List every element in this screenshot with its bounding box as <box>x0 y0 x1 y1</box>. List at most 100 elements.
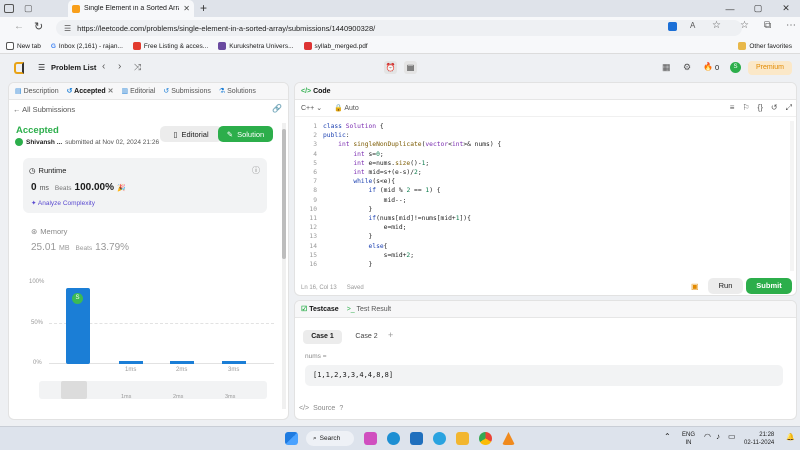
notes-icon[interactable]: ▤ <box>404 61 417 74</box>
bookmark-kurukshetra[interactable]: Kurukshetra Univers... <box>218 42 294 50</box>
more-menu-icon[interactable]: ⋯ <box>786 20 796 31</box>
tab-submissions[interactable]: ↺ Submissions <box>163 87 211 95</box>
autocomplete-toggle[interactable]: 🔒 Auto <box>334 104 359 112</box>
range-navigator[interactable]: 1ms 2ms 3ms <box>39 381 267 400</box>
browser-tab[interactable]: Single Element in a Sorted Array ✕ <box>68 0 194 17</box>
case-1-button[interactable]: Case 1 <box>303 330 342 344</box>
code-line[interactable]: int mid=s+(e-s)/2; <box>323 169 421 176</box>
battery-icon[interactable]: ▭ <box>728 432 736 441</box>
copilot-icon[interactable] <box>364 432 377 445</box>
leetcode-logo-icon[interactable] <box>14 62 24 74</box>
code-editor[interactable]: 1 class Solution {2 public: 3 int singleNon… <box>295 119 796 275</box>
coupon-icon[interactable] <box>668 22 677 31</box>
analyze-complexity-link[interactable]: ✦ Analyze Complexity <box>31 199 95 207</box>
next-problem-icon[interactable]: › <box>118 61 121 72</box>
console-icon[interactable]: ▣ <box>691 282 699 291</box>
bookmark-new-tab[interactable]: New tab <box>6 42 41 50</box>
other-favorites[interactable]: Other favorites <box>738 42 792 50</box>
tray-chevron-icon[interactable]: ⌃ <box>664 432 671 441</box>
code-line[interactable]: if(nums[mid]!=nums[mid+1]){ <box>323 215 471 222</box>
runtime-bar-2ms[interactable] <box>170 361 194 364</box>
read-aloud-icon[interactable]: A <box>690 21 695 30</box>
tab-editorial[interactable]: ▥ Editorial <box>122 87 156 95</box>
favorites-icon[interactable]: ☆ <box>740 20 749 31</box>
code-line[interactable]: public: <box>323 132 350 139</box>
edge-icon[interactable] <box>387 432 400 445</box>
format-icon[interactable]: ≡ <box>730 103 735 113</box>
refresh-icon[interactable]: ↻ <box>34 20 43 33</box>
streak-fire-icon[interactable]: 🔥 <box>703 62 713 71</box>
code-line[interactable]: int e=nums.size()-1; <box>323 160 429 167</box>
help-icon[interactable]: ? <box>339 405 343 412</box>
reset-icon[interactable]: ↺ <box>771 103 778 113</box>
run-button[interactable]: Run <box>708 278 743 294</box>
language-select[interactable]: C++ ⌄ <box>301 104 322 112</box>
tab-code[interactable]: </> Code <box>301 88 331 95</box>
info-icon[interactable]: ⓘ <box>252 165 260 176</box>
braces-icon[interactable]: {} <box>758 103 763 113</box>
submit-button[interactable]: Submit <box>746 278 792 294</box>
submitter-name[interactable]: Shivansh ... <box>26 139 62 146</box>
fullscreen-icon[interactable]: ⤢ <box>786 103 792 113</box>
code-line[interactable]: while(s<e){ <box>323 178 395 185</box>
premium-button[interactable]: Premium <box>748 61 792 75</box>
url-field[interactable]: ☰ https://leetcode.com/problems/single-e… <box>56 20 742 36</box>
vscode-icon[interactable] <box>410 432 423 445</box>
tab-actions-icon[interactable] <box>4 4 14 13</box>
code-line[interactable]: s=mid+2; <box>323 252 414 259</box>
minimize-icon[interactable]: — <box>716 0 744 17</box>
code-line[interactable]: } <box>323 233 372 240</box>
left-scrollbar-thumb[interactable] <box>282 129 286 259</box>
tab-list-icon[interactable]: ▢ <box>24 3 33 14</box>
case-2-button[interactable]: Case 2 <box>347 330 386 344</box>
chrome-icon[interactable] <box>479 432 492 445</box>
all-submissions-link[interactable]: ← All Submissions <box>13 105 75 114</box>
clock[interactable]: 21:28 02-11-2024 <box>744 431 774 447</box>
code-line[interactable]: mid--; <box>323 197 407 204</box>
code-line[interactable]: int s=0; <box>323 151 383 158</box>
tab-test-result[interactable]: >_ Test Result <box>347 306 391 313</box>
site-info-icon[interactable]: ☰ <box>64 24 71 33</box>
code-line[interactable]: class Solution { <box>323 123 384 130</box>
runtime-bar-0ms[interactable]: S <box>66 288 90 364</box>
tab-solutions[interactable]: ⚗ Solutions <box>219 87 256 95</box>
editor-scrollbar[interactable] <box>790 121 794 271</box>
range-selector-handle[interactable] <box>61 381 87 399</box>
tab-accepted[interactable]: ↺ Accepted ✕ <box>67 87 114 95</box>
code-line[interactable]: } <box>323 206 372 213</box>
source-toggle[interactable]: </> Source? <box>299 405 343 412</box>
prev-problem-icon[interactable]: ‹ <box>102 61 105 72</box>
memory-header[interactable]: ⊛ Memory <box>31 227 67 236</box>
taskbar-search[interactable]: ⌕ Search <box>306 431 354 446</box>
code-line[interactable]: } <box>323 261 372 268</box>
runtime-bar-3ms[interactable] <box>222 361 246 364</box>
bookmark-free-listing[interactable]: Free Listing & acces... <box>132 42 208 50</box>
volume-icon[interactable]: ♪ <box>716 432 720 441</box>
left-scrollbar[interactable] <box>282 123 286 409</box>
editorial-button[interactable]: ▯ Editorial <box>160 126 222 142</box>
collections-icon[interactable]: ⧉ <box>764 20 771 31</box>
code-line[interactable]: else{ <box>323 243 388 250</box>
bookmark-pdf[interactable]: syllab_merged.pdf <box>303 42 368 50</box>
code-line[interactable]: int singleNonDuplicate(vector<int>& nums… <box>323 141 501 148</box>
close-tab-icon[interactable]: ✕ <box>183 4 190 13</box>
tab-description[interactable]: ▤ Description <box>15 87 59 95</box>
runtime-card[interactable]: ◷ Runtime ⓘ 0 ms Beats 100.00% 🎉 ✦ Analyz… <box>23 158 267 213</box>
share-link-icon[interactable]: 🔗 <box>272 104 282 113</box>
user-avatar[interactable]: S <box>730 62 741 73</box>
problem-list-link[interactable]: Problem List <box>51 63 96 72</box>
tab-testcase[interactable]: ☑ Testcase <box>301 305 339 313</box>
solution-button[interactable]: ✎ Solution <box>218 126 273 142</box>
code-line[interactable]: if (mid % 2 == 1) { <box>323 187 441 194</box>
file-explorer-icon[interactable] <box>456 432 469 445</box>
bookmark-icon[interactable]: ⚐ <box>742 103 749 113</box>
wifi-icon[interactable]: ◠ <box>704 432 711 441</box>
runtime-bar-1ms[interactable] <box>119 361 143 364</box>
notifications-icon[interactable]: 🔔 <box>786 433 795 441</box>
windows-start-icon[interactable] <box>285 432 298 445</box>
close-window-icon[interactable]: ✕ <box>772 0 800 17</box>
shuffle-icon[interactable]: ⤨ <box>134 62 141 73</box>
language-indicator[interactable]: ENG IN <box>682 431 695 447</box>
bookmark-gmail[interactable]: G Inbox (2,161) - rajan... <box>51 43 123 50</box>
favorite-star-icon[interactable]: ☆ <box>712 20 721 31</box>
